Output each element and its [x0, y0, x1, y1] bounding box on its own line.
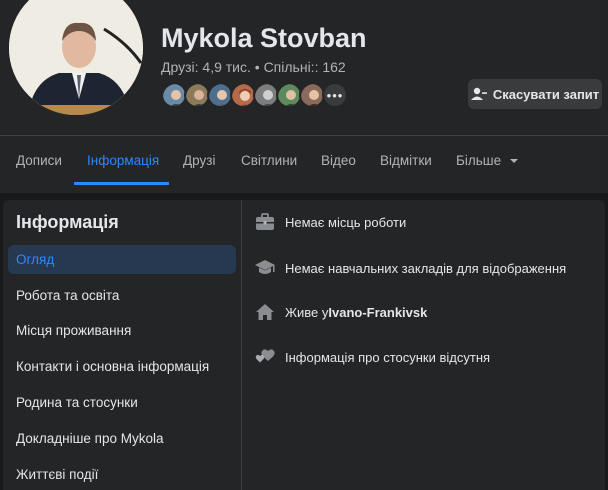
about-sidebar-title: Інформація: [16, 212, 119, 232]
sidebar-item-family-relationships[interactable]: Родина та стосунки: [16, 395, 138, 410]
overview-education-row: Немає навчальних закладів для відображен…: [254, 257, 566, 279]
active-tab-indicator: [74, 182, 169, 185]
tab-posts[interactable]: Дописи: [16, 153, 62, 168]
sidebar-item-contact-info[interactable]: Контакти і основна інформація: [16, 359, 209, 374]
ellipsis-icon[interactable]: •••: [322, 82, 348, 108]
person-remove-icon: [470, 87, 487, 100]
overview-relationship-row: Інформація про стосунки відсутня: [254, 346, 490, 368]
tab-photos[interactable]: Світлини: [241, 153, 297, 168]
friends-count[interactable]: Друзі: 4,9 тис. • Спільні:: 162: [161, 59, 346, 75]
tab-more[interactable]: Більше: [456, 153, 519, 168]
about-panel: [3, 200, 605, 490]
overview-lives-city-link[interactable]: Ivano-Frankivsk: [328, 305, 427, 320]
hearts-icon: [254, 346, 276, 368]
about-panel-divider: [241, 200, 242, 490]
tab-videos[interactable]: Відео: [321, 153, 356, 168]
caret-down-icon: [509, 159, 518, 163]
profile-name: Mykola Stovban: [161, 23, 367, 53]
graduation-cap-icon: [254, 257, 276, 279]
tab-tags[interactable]: Відмітки: [380, 153, 432, 168]
overview-education-text: Немає навчальних закладів для відображен…: [285, 260, 567, 276]
overview-work-text: Немає місць роботи: [285, 214, 407, 230]
tab-more-label: Більше: [456, 153, 502, 168]
overview-lives-row: Живе у Ivano-Frankivsk: [254, 301, 427, 323]
profile-avatar[interactable]: [6, 0, 146, 118]
cancel-request-label: Скасувати запит: [492, 86, 600, 102]
sidebar-item-life-events[interactable]: Життєві події: [16, 467, 98, 482]
overview-relationship-text: Інформація про стосунки відсутня: [285, 349, 491, 365]
sidebar-item-overview[interactable]: Огляд: [16, 252, 54, 267]
home-icon: [254, 301, 276, 323]
briefcase-icon: [254, 211, 276, 233]
overview-lives-prefix: Живе у: [285, 304, 329, 320]
tab-friends[interactable]: Друзі: [183, 153, 215, 168]
sidebar-item-details[interactable]: Докладніше про Mykola: [16, 431, 164, 446]
mutual-friends-list: •••: [161, 82, 348, 110]
overview-work-row: Немає місць роботи: [254, 211, 406, 233]
sidebar-item-places-lived[interactable]: Місця проживання: [16, 323, 131, 338]
cancel-friend-request-button[interactable]: Скасувати запит: [468, 79, 602, 109]
sidebar-item-work-education[interactable]: Робота та освіта: [16, 288, 119, 303]
tab-about[interactable]: Інформація: [87, 153, 159, 168]
profile-tabs: Дописи Інформація Друзі Світлини Відео В…: [0, 136, 608, 186]
